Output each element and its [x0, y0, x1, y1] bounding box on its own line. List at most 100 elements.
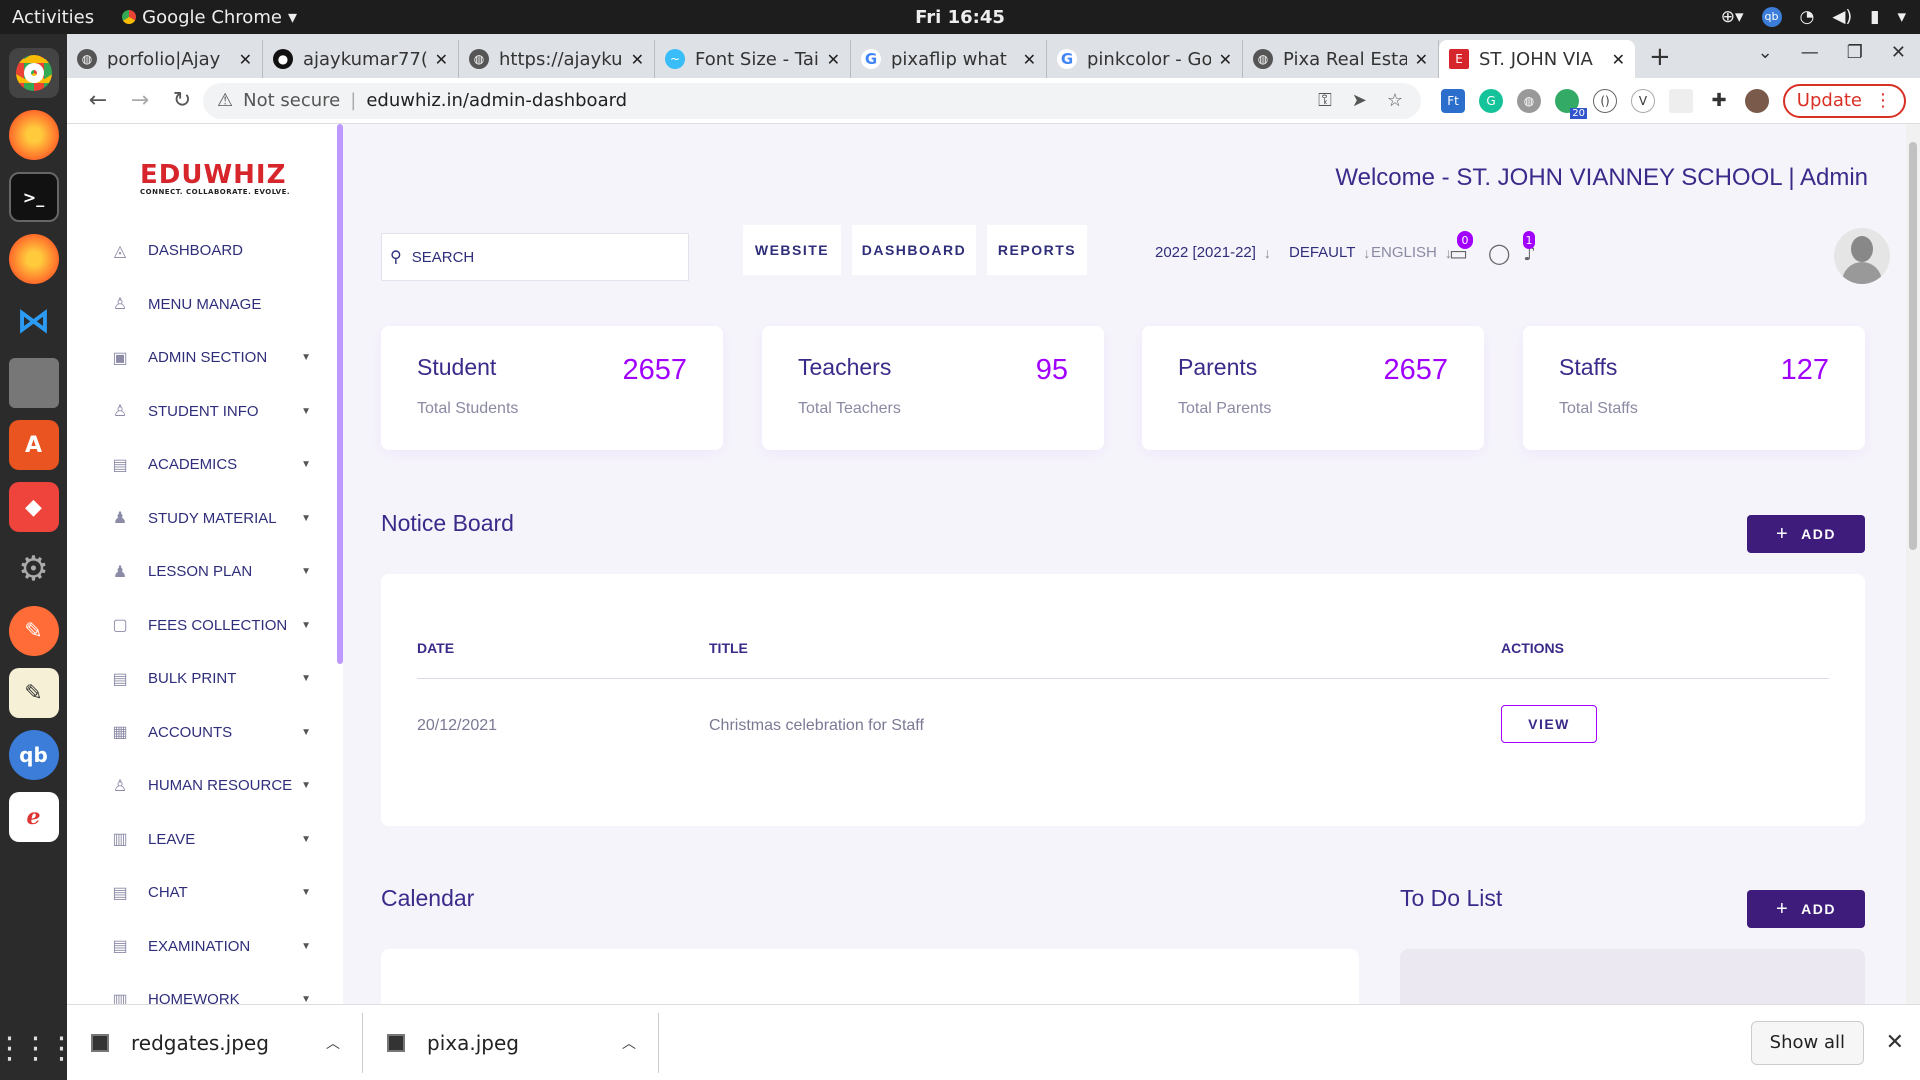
- vimeo-extension-icon[interactable]: V: [1631, 88, 1655, 113]
- stat-card-parents[interactable]: Parents Total Parents 2657: [1142, 326, 1484, 450]
- todo-widget[interactable]: [1400, 949, 1865, 1004]
- caret-down-icon[interactable]: ▼: [301, 780, 311, 791]
- caret-down-icon[interactable]: ▼: [301, 941, 311, 952]
- sidebar-item-accounts[interactable]: ▦ ACCOUNTS ▼: [67, 706, 337, 760]
- close-icon[interactable]: ✕: [1886, 1030, 1904, 1055]
- caret-down-icon[interactable]: ▼: [301, 566, 311, 577]
- view-notice-button[interactable]: VIEW: [1501, 705, 1597, 743]
- user-avatar[interactable]: [1834, 228, 1890, 284]
- browser-tab[interactable]: Gpixaflip what ✕: [851, 40, 1047, 78]
- caret-down-icon[interactable]: ▼: [301, 459, 311, 470]
- search-input[interactable]: ⚲ SEARCH: [381, 233, 689, 281]
- close-icon[interactable]: ✕: [1415, 50, 1428, 69]
- reload-icon[interactable]: ↻: [171, 88, 193, 113]
- caret-down-icon[interactable]: ▼: [301, 834, 311, 845]
- browser-tab[interactable]: ● ajaykumar77(✕: [263, 40, 459, 78]
- dock-terminal-icon[interactable]: >_: [8, 172, 59, 222]
- sidebar-item-examination[interactable]: ▤ EXAMINATION ▼: [67, 920, 337, 974]
- minimize-icon[interactable]: —: [1801, 42, 1819, 63]
- back-icon[interactable]: ←: [87, 88, 109, 113]
- puzzle-icon[interactable]: ✚: [1707, 89, 1731, 113]
- show-applications-icon[interactable]: ⋮⋮⋮: [0, 1031, 77, 1066]
- extension-counter-icon[interactable]: 20: [1555, 88, 1587, 119]
- blank-extension-icon[interactable]: [1669, 88, 1693, 113]
- sidebar-item-lesson-plan[interactable]: ♟ LESSON PLAN ▼: [67, 545, 337, 599]
- caret-down-icon[interactable]: ▼: [301, 673, 311, 684]
- dock-text-editor-icon[interactable]: ✎: [8, 668, 59, 718]
- close-icon[interactable]: ✕: [435, 50, 448, 69]
- sidebar-item-menu-manage[interactable]: ♙ MENU MANAGE: [67, 278, 337, 332]
- volume-icon[interactable]: ◀): [1832, 7, 1852, 27]
- send-icon[interactable]: ➤: [1352, 90, 1367, 111]
- close-icon[interactable]: ✕: [827, 50, 840, 69]
- browser-tab[interactable]: ◍ Pixa Real Esta ✕: [1243, 40, 1439, 78]
- browser-tab-active[interactable]: E ST. JOHN VIA ✕: [1439, 40, 1635, 78]
- url-text[interactable]: eduwhiz.in/admin-dashboard: [366, 90, 627, 111]
- address-bar[interactable]: ⚠ Not secure | eduwhiz.in/admin-dashboar…: [203, 82, 1421, 119]
- chevron-up-icon[interactable]: ︿: [326, 1033, 340, 1053]
- chevron-up-icon[interactable]: ︿: [622, 1033, 636, 1053]
- clock[interactable]: Fri 16:45: [915, 7, 1005, 28]
- accessibility-icon[interactable]: ⊕▾: [1721, 7, 1744, 27]
- close-icon[interactable]: ✕: [1612, 50, 1625, 69]
- reports-button[interactable]: REPORTS: [987, 225, 1087, 275]
- dock-postman-icon[interactable]: ✎: [8, 606, 59, 656]
- new-tab-icon[interactable]: +: [1649, 42, 1671, 72]
- dock-vscode-icon[interactable]: ⋈: [9, 296, 59, 346]
- sidebar-item-admin-section[interactable]: ▣ ADMIN SECTION ▼: [67, 331, 337, 385]
- caret-down-icon[interactable]: ▼: [301, 994, 311, 1004]
- dock-chrome-icon[interactable]: [8, 48, 59, 98]
- warning-icon[interactable]: ⚠: [217, 90, 233, 111]
- code-extension-icon[interactable]: (): [1593, 88, 1617, 113]
- caret-down-icon[interactable]: ▼: [301, 727, 311, 738]
- dock-files-icon[interactable]: [8, 358, 59, 408]
- browser-tab[interactable]: Gpinkcolor - Go ✕: [1047, 40, 1243, 78]
- sidebar-item-fees-collection[interactable]: ▢ FEES COLLECTION ▼: [67, 599, 337, 653]
- page-scrollbar[interactable]: [1906, 124, 1920, 1004]
- close-icon[interactable]: ✕: [631, 50, 644, 69]
- caret-down-icon[interactable]: ▼: [301, 620, 311, 631]
- power-menu-icon[interactable]: ▾: [1897, 7, 1906, 27]
- star-icon[interactable]: ☆: [1387, 90, 1403, 111]
- whatsapp-icon[interactable]: ◯: [1488, 241, 1510, 265]
- qbittorrent-tray-icon[interactable]: qb: [1761, 7, 1782, 27]
- close-icon[interactable]: ✕: [1023, 50, 1036, 69]
- eduwhiz-logo[interactable]: EDUWHIZ CONNECT. COLLABORATE. EVOLVE.: [140, 160, 290, 196]
- grammarly-icon[interactable]: G: [1479, 88, 1503, 113]
- caret-down-icon[interactable]: ▼: [301, 352, 311, 363]
- scrollbar-thumb[interactable]: [1909, 142, 1917, 550]
- sidebar-item-academics[interactable]: ▤ ACADEMICS ▼: [67, 438, 337, 492]
- sidebar-item-homework[interactable]: ▥ HOMEWORK ▼: [67, 973, 337, 1004]
- activities-button[interactable]: Activities: [12, 7, 94, 28]
- dock-settings-icon[interactable]: ⚙: [9, 544, 59, 594]
- close-icon[interactable]: ✕: [1219, 50, 1232, 69]
- sidebar-item-leave[interactable]: ▥ LEAVE ▼: [67, 813, 337, 867]
- extension-ft-icon[interactable]: Ft: [1441, 88, 1465, 113]
- forward-icon[interactable]: →: [129, 88, 151, 113]
- session-select[interactable]: 2022 [2021-22] ↓: [1155, 244, 1271, 261]
- update-button[interactable]: Update ⋮: [1782, 83, 1906, 118]
- dock-software-icon[interactable]: A: [8, 420, 59, 470]
- language-select[interactable]: ENGLISH ↓: [1371, 244, 1452, 261]
- not-secure-label[interactable]: Not secure: [243, 90, 340, 111]
- calendar-widget[interactable]: [381, 949, 1359, 1004]
- sidebar-item-study-material[interactable]: ♟ STUDY MATERIAL ▼: [67, 492, 337, 546]
- stat-card-teachers[interactable]: Teachers Total Teachers 95: [762, 326, 1104, 450]
- show-all-downloads-button[interactable]: Show all: [1750, 1020, 1864, 1065]
- dock-anydesk-icon[interactable]: ◆: [8, 482, 59, 532]
- dock-firefox-dev-icon[interactable]: [8, 234, 59, 284]
- app-menu[interactable]: Google Chrome ▾: [122, 7, 297, 28]
- download-item[interactable]: redgates.jpeg ︿: [67, 1012, 363, 1073]
- stat-card-staffs[interactable]: Staffs Total Staffs 127: [1523, 326, 1865, 450]
- sidebar-item-dashboard[interactable]: ◬ DASHBOARD: [67, 224, 337, 278]
- sidebar-item-student-info[interactable]: ♙ STUDENT INFO ▼: [67, 385, 337, 439]
- browser-tab[interactable]: ~ Font Size - Tai ✕: [655, 40, 851, 78]
- dock-firefox-icon[interactable]: [8, 110, 59, 160]
- sidebar-item-human-resource[interactable]: ♙ HUMAN RESOURCE ▼: [67, 759, 337, 813]
- sidebar-item-chat[interactable]: ▤ CHAT ▼: [67, 866, 337, 920]
- download-item[interactable]: pixa.jpeg ︿: [363, 1012, 659, 1073]
- browser-tab[interactable]: ◍ porfolio|Ajay ✕: [67, 40, 263, 78]
- dock-document-viewer-icon[interactable]: ℯ: [8, 792, 59, 842]
- website-button[interactable]: WEBSITE: [743, 225, 841, 275]
- profile-avatar-icon[interactable]: [1745, 88, 1769, 113]
